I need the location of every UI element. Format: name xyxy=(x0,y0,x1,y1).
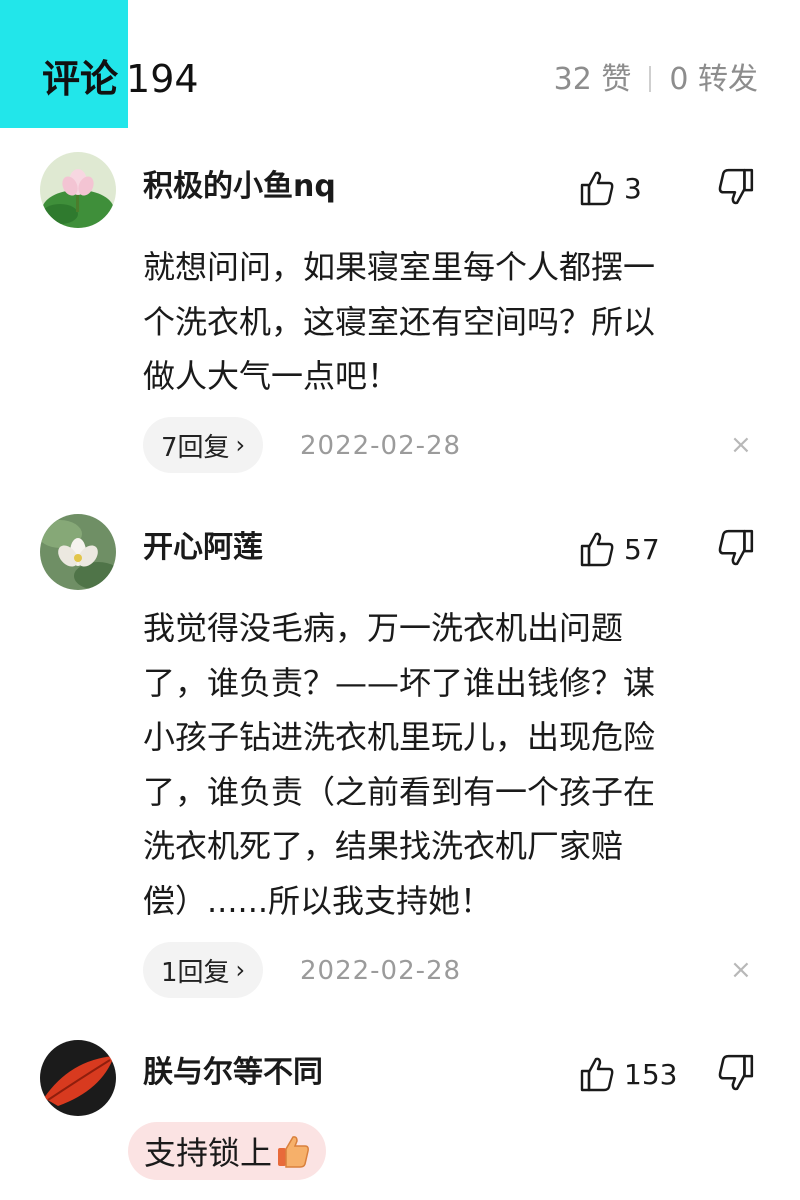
dislike-button[interactable] xyxy=(718,529,754,569)
comment-text-line: 了，谁负责？——坏了谁出钱修？谋 xyxy=(143,663,656,702)
comment-text-line: 做人大气一点吧！ xyxy=(143,357,400,395)
comment-text: 支持锁上 xyxy=(144,1134,273,1172)
like-button[interactable]: 153 xyxy=(580,1052,690,1096)
comment-text-line: 小孩子钻进洗衣机里玩儿，出现危险 xyxy=(143,718,656,756)
like-count: 3 xyxy=(624,171,642,205)
avatar[interactable] xyxy=(40,1040,116,1116)
thumbs-up-emoji-icon xyxy=(278,1136,309,1168)
comment-username[interactable]: 积极的小鱼nq xyxy=(143,167,336,207)
comment-text: 就想问问，如果寝室里每个人都摆一 个洗衣机，这寝室还有空间吗？所以 做人大气一点… xyxy=(143,240,763,404)
comment-text-line: 就想问问，如果寝室里每个人都摆一 xyxy=(143,248,656,286)
avatar[interactable] xyxy=(40,152,116,228)
stats-divider xyxy=(649,66,652,92)
likes-count[interactable]: 32 赞 xyxy=(554,62,632,97)
chevron-right-icon: › xyxy=(235,956,246,984)
comment-username[interactable]: 开心阿莲 xyxy=(143,528,263,568)
avatar[interactable] xyxy=(40,514,116,590)
post-stats: 32 赞 0 转发 xyxy=(554,60,758,100)
thumbs-down-icon xyxy=(718,168,754,205)
like-count: 57 xyxy=(624,532,660,566)
replies-label: 1回复 xyxy=(161,957,230,988)
like-button[interactable]: 57 xyxy=(580,527,690,571)
comments-title: 评论 194 xyxy=(42,55,199,103)
replies-button[interactable]: 7回复 › xyxy=(143,417,264,473)
comment-date: 2022-02-28 xyxy=(300,956,462,986)
comment-text-line: 偿）......所以我支持她！ xyxy=(143,881,493,920)
comment-username[interactable]: 朕与尔等不同 xyxy=(143,1053,323,1093)
like-count: 153 xyxy=(624,1057,678,1091)
comment-text: 我觉得没毛病，万一洗衣机出问题 了，谁负责？——坏了谁出钱修？谋 小孩子钻进洗衣… xyxy=(143,601,763,928)
thumbs-down-icon xyxy=(718,529,754,566)
comment-text-line: 个洗衣机，这寝室还有空间吗？所以 xyxy=(143,302,656,341)
comment-text-line: 洗衣机死了，结果找洗衣机厂家赔 xyxy=(143,827,624,865)
comments-title-label: 评论 xyxy=(42,57,119,101)
thumbs-down-icon xyxy=(718,1054,754,1091)
highlighted-comment-text: 支持锁上 xyxy=(128,1122,327,1180)
like-button[interactable]: 3 xyxy=(580,166,690,210)
close-icon[interactable]: × xyxy=(730,955,752,985)
lotus-avatar-icon xyxy=(40,152,116,228)
dislike-button[interactable] xyxy=(718,168,754,208)
comments-count: 194 xyxy=(126,57,199,101)
reposts-count[interactable]: 0 转发 xyxy=(669,62,758,97)
thumbs-up-icon xyxy=(580,1057,614,1092)
replies-button[interactable]: 1回复 › xyxy=(143,942,264,998)
comment-text-line: 了，谁负责（之前看到有一个孩子在 xyxy=(143,772,656,811)
comments-header: 评论 194 32 赞 0 转发 xyxy=(0,0,800,128)
thumbs-up-icon xyxy=(580,171,614,206)
white-lotus-avatar-icon xyxy=(40,514,116,590)
replies-label: 7回复 xyxy=(161,432,230,463)
chevron-right-icon: › xyxy=(235,431,246,459)
dislike-button[interactable] xyxy=(718,1054,754,1094)
red-leaf-avatar-icon xyxy=(40,1040,116,1116)
comment-text-line: 我觉得没毛病，万一洗衣机出问题 xyxy=(143,609,624,647)
thumbs-up-icon xyxy=(580,532,614,567)
comment-date: 2022-02-28 xyxy=(300,431,462,461)
close-icon[interactable]: × xyxy=(730,430,752,460)
